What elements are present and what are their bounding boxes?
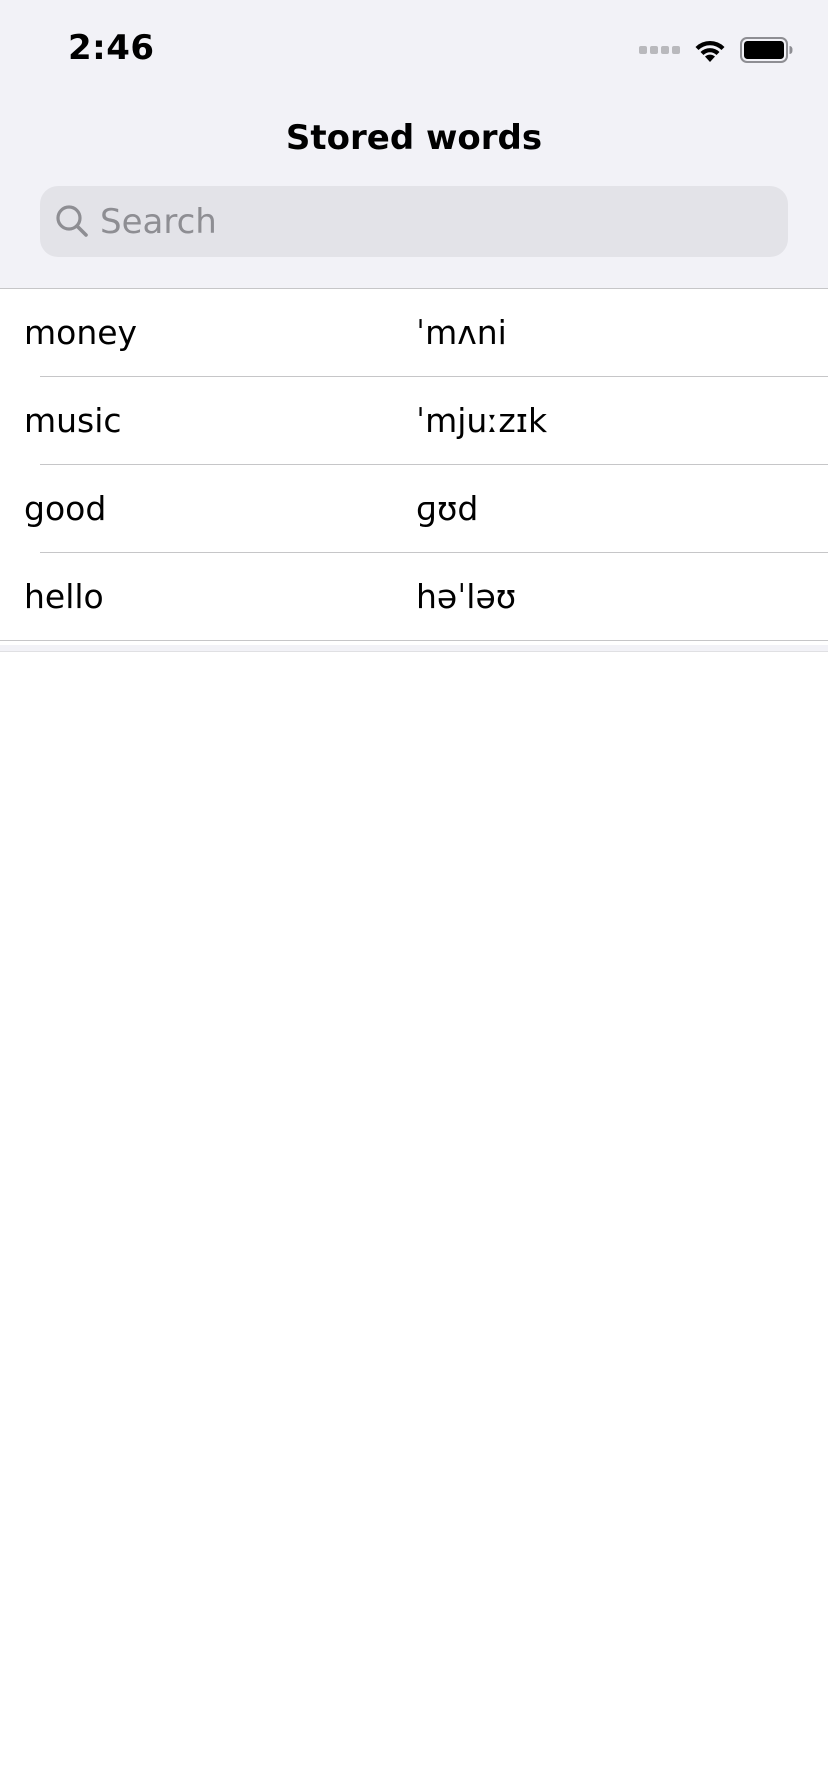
status-time: 2:46	[68, 28, 155, 68]
list-footer	[0, 645, 828, 652]
word-text: money	[24, 313, 138, 352]
search-bar[interactable]	[40, 186, 788, 257]
list-item[interactable]: hello həˈləʊ	[0, 553, 828, 641]
word-text: hello	[24, 577, 104, 616]
word-text: good	[24, 489, 107, 528]
battery-icon	[740, 37, 793, 63]
word-text: music	[24, 401, 122, 440]
phonetic-text: həˈləʊ	[416, 577, 517, 616]
search-input[interactable]	[100, 186, 760, 257]
page-title: Stored words	[285, 118, 543, 158]
list-item[interactable]: good ɡʊd	[0, 465, 828, 553]
word-list: money ˈmʌni music ˈmjuːzɪk good ɡʊd hell…	[0, 289, 828, 641]
list-item[interactable]: music ˈmjuːzɪk	[0, 377, 828, 465]
signal-icon	[639, 46, 680, 54]
phonetic-text: ɡʊd	[416, 489, 479, 528]
phonetic-text: ˈmjuːzɪk	[416, 401, 548, 440]
list-item[interactable]: money ˈmʌni	[0, 289, 828, 377]
phonetic-text: ˈmʌni	[416, 313, 507, 352]
header: 2:46 Stored words	[0, 0, 828, 289]
search-icon	[56, 205, 88, 237]
wifi-icon	[695, 40, 725, 62]
status-icons	[639, 36, 794, 64]
